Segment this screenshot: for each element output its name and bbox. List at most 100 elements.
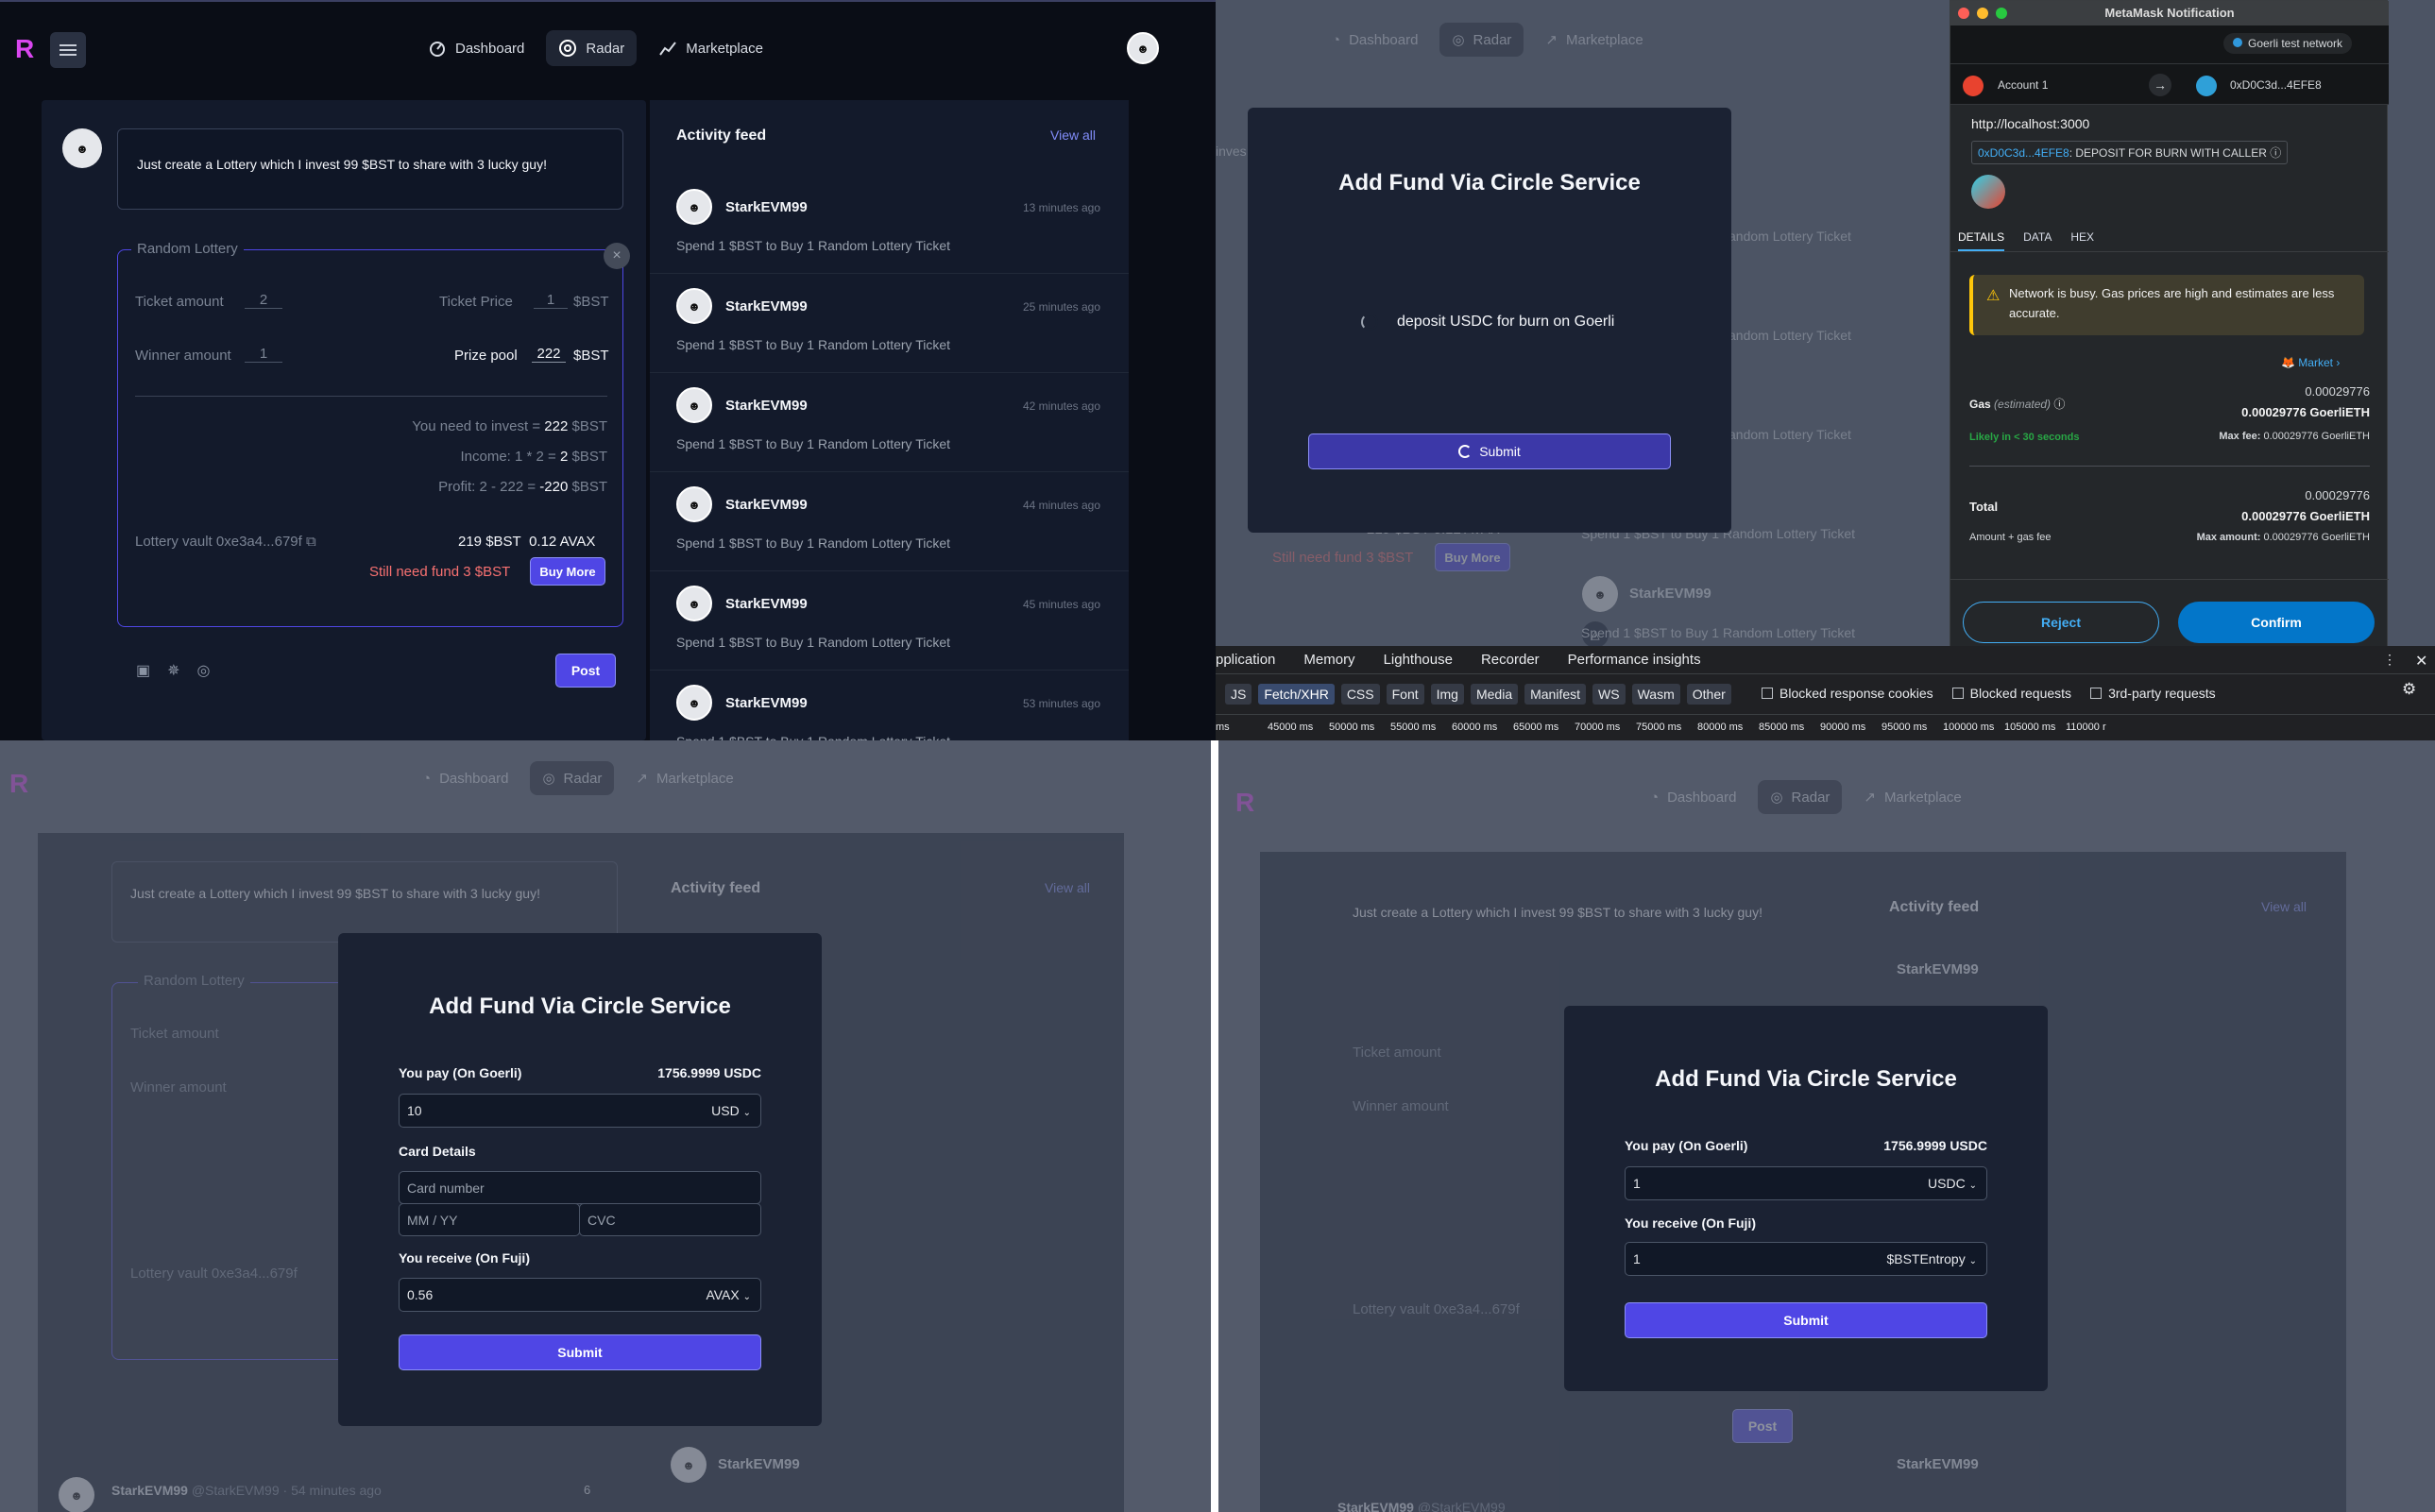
composer-input[interactable]: Just create a Lottery which I invest 99 …	[117, 128, 623, 210]
tab-hex[interactable]: HEX	[2070, 224, 2094, 251]
devtools-filter-chip[interactable]: WS	[1592, 684, 1626, 705]
devtools-tab[interactable]: Lighthouse	[1384, 652, 1453, 668]
feed-text: Spend 1 $BST to Buy 1 Random Lottery Tic…	[676, 535, 951, 551]
tab-details[interactable]: DETAILS	[1958, 224, 2005, 251]
prize-pool-input[interactable]: 222	[532, 346, 566, 363]
reject-button[interactable]: Reject	[1963, 602, 2159, 643]
circle-submit-button[interactable]: Submit	[399, 1334, 761, 1370]
info-icon[interactable]: ⓘ	[2270, 146, 2281, 160]
devtools-checkboxes: Blocked response cookies Blocked requests…	[1762, 686, 2216, 701]
recipient-address[interactable]: 0xD0C3d...4EFE8	[2230, 78, 2322, 92]
usdc-pay-currency-select[interactable]: USDC ⌄	[1928, 1176, 1977, 1191]
bg-nav-dashboard: ◔ Dashboard	[1320, 24, 1430, 57]
ticket-amount-input[interactable]: 2	[245, 292, 282, 309]
button-spinner-icon	[1458, 445, 1473, 458]
contract-address[interactable]: 0xD0C3d...4EFE8	[1978, 146, 2069, 160]
market-link[interactable]: 🦊 Market ›	[2281, 356, 2340, 369]
devtools-checkbox[interactable]: Blocked requests	[1951, 686, 2071, 701]
checkbox-icon[interactable]	[2090, 688, 2103, 699]
ticket-price-currency: $BST	[573, 294, 609, 310]
bg-post-meta-3: StarkEVM99 @StarkEVM99 · 54 minutes ago	[111, 1483, 382, 1498]
feed-item[interactable]: ☻ StarkEVM99 25 minutes ago Spend 1 $BST to…	[650, 275, 1129, 373]
devtools-filter-chip[interactable]: Img	[1430, 684, 1464, 705]
feed-item[interactable]: ☻ StarkEVM99 53 minutes ago Spend 1 $BST to…	[650, 671, 1129, 740]
receive-currency-select[interactable]: AVAX ⌄	[706, 1287, 751, 1302]
checkbox-icon[interactable]	[1951, 688, 1964, 699]
cvc-field[interactable]: CVC	[579, 1203, 761, 1236]
bg-ticket-label-3: Ticket amount	[130, 1026, 219, 1042]
feed-user: StarkEVM99	[725, 596, 808, 612]
usdc-receive-field[interactable]: 1 $BSTEntropy ⌄	[1625, 1242, 1987, 1276]
post-button[interactable]: Post	[555, 654, 616, 688]
devtools-filter-chip[interactable]: Media	[1470, 684, 1519, 705]
devtools-filter-chip[interactable]: Font	[1386, 684, 1424, 705]
timeline-tick: ms	[1216, 722, 1230, 733]
devtools-tab[interactable]: pplication	[1216, 652, 1275, 668]
devtools-checkbox[interactable]: 3rd-party requests	[2090, 686, 2216, 701]
feed-item[interactable]: ☻ StarkEVM99 44 minutes ago Spend 1 $BST to…	[650, 473, 1129, 571]
pay-amount-field[interactable]: 10 USD ⌄	[399, 1094, 761, 1128]
devtools-close-icon[interactable]: ✕	[2415, 652, 2427, 671]
timeline-tick: 110000 r	[2066, 722, 2106, 733]
usdc-submit-button[interactable]: Submit	[1625, 1302, 1987, 1338]
menu-button[interactable]	[50, 32, 86, 68]
usdc-receive-currency-select[interactable]: $BSTEntropy ⌄	[1886, 1251, 1977, 1266]
receive-amount-field[interactable]: 0.56 AVAX ⌄	[399, 1278, 761, 1312]
close-icon[interactable]: ×	[604, 243, 630, 269]
devtools-filter-chip[interactable]: Manifest	[1524, 684, 1587, 705]
feed-item[interactable]: ☻ StarkEVM99 42 minutes ago Spend 1 $BST to…	[650, 374, 1129, 472]
devtools-checkbox[interactable]: Blocked response cookies	[1762, 686, 1933, 701]
nav-marketplace[interactable]: Marketplace	[646, 30, 775, 66]
vault-address[interactable]: 0xe3a4...679f	[216, 534, 302, 550]
warning-banner: ⚠ Network is busy. Gas prices are high a…	[1969, 275, 2364, 335]
user-avatar[interactable]: ☻	[1127, 32, 1159, 64]
devtools-filter-chip[interactable]: CSS	[1340, 684, 1380, 705]
total-label: Total	[1969, 500, 1999, 514]
view-all-link[interactable]: View all	[1050, 127, 1096, 143]
devtools-filter-chip[interactable]: JS	[1225, 684, 1252, 705]
expiry-field[interactable]: MM / YY	[399, 1203, 580, 1236]
brand-logo[interactable]: R	[15, 34, 34, 64]
winner-amount-input[interactable]: 1	[245, 346, 282, 363]
metamask-window: MetaMask Notification Goerli test networ…	[1950, 0, 2389, 657]
max-amount-label: Max amount:	[2196, 532, 2261, 543]
tab-data[interactable]: DATA	[2023, 224, 2052, 251]
devtools-filter-chip[interactable]: Wasm	[1631, 684, 1680, 705]
devtools-tab[interactable]: Performance insights	[1568, 652, 1701, 668]
max-fee-row: Max fee: 0.00029776 GoerliETH	[2139, 431, 2370, 442]
checkbox-icon[interactable]	[1762, 688, 1773, 699]
devtools-tab[interactable]: Recorder	[1481, 652, 1540, 668]
usdc-you-pay-label: You pay (On Goerli)	[1625, 1138, 1748, 1153]
buy-more-button[interactable]: Buy More	[530, 557, 605, 586]
nav-radar[interactable]: Radar	[546, 30, 638, 66]
circle-modal-card: Add Fund Via Circle Service You pay (On …	[338, 933, 822, 1426]
image-icon[interactable]: ▣	[136, 661, 150, 680]
timeline-tick: 90000 ms	[1820, 722, 1866, 733]
network-pill[interactable]: Goerli test network	[2223, 33, 2353, 54]
devtools-filter-chip[interactable]: Fetch/XHR	[1258, 684, 1335, 705]
gift-icon[interactable]: ✵	[167, 661, 179, 680]
vault-avax: 0.12 AVAX	[529, 534, 596, 550]
pay-currency-select[interactable]: USD ⌄	[711, 1103, 751, 1118]
circle-submit-loading-button[interactable]: Submit	[1308, 433, 1671, 469]
gas-info-icon[interactable]: ⓘ	[2053, 398, 2065, 411]
settings-gear-icon[interactable]: ⚙	[2402, 680, 2416, 699]
timeline-tick: 75000 ms	[1636, 722, 1682, 733]
nav-dashboard[interactable]: Dashboard	[416, 30, 536, 66]
feed-item[interactable]: ☻ StarkEVM99 13 minutes ago Spend 1 $BST to…	[650, 176, 1129, 274]
bg-nav-dashboard-label: Dashboard	[1349, 31, 1419, 48]
bg-vault-label-3: Lottery vault 0xe3a4...679f	[130, 1266, 298, 1282]
confirm-button[interactable]: Confirm	[2178, 602, 2375, 643]
badge-icon[interactable]: ◎	[197, 661, 211, 680]
more-vertical-icon[interactable]: ⋮	[2383, 652, 2396, 668]
devtools-tab[interactable]: Memory	[1303, 652, 1354, 668]
devtools-filter-chip[interactable]: Other	[1686, 684, 1731, 705]
lottery-card: Random Lottery × Ticket amount 2 Ticket …	[117, 241, 630, 627]
circle-modal-usdc: Add Fund Via Circle Service You pay (On …	[1564, 1006, 2048, 1391]
expiry-placeholder: MM / YY	[407, 1213, 458, 1228]
external-link-icon[interactable]: ⧉	[306, 534, 316, 550]
card-number-field[interactable]: Card number	[399, 1171, 761, 1204]
feed-item[interactable]: ☻ StarkEVM99 45 minutes ago Spend 1 $BST to…	[650, 572, 1129, 671]
usdc-pay-field[interactable]: 1 USDC ⌄	[1625, 1166, 1987, 1200]
ticket-price-input[interactable]: 1	[534, 292, 568, 309]
